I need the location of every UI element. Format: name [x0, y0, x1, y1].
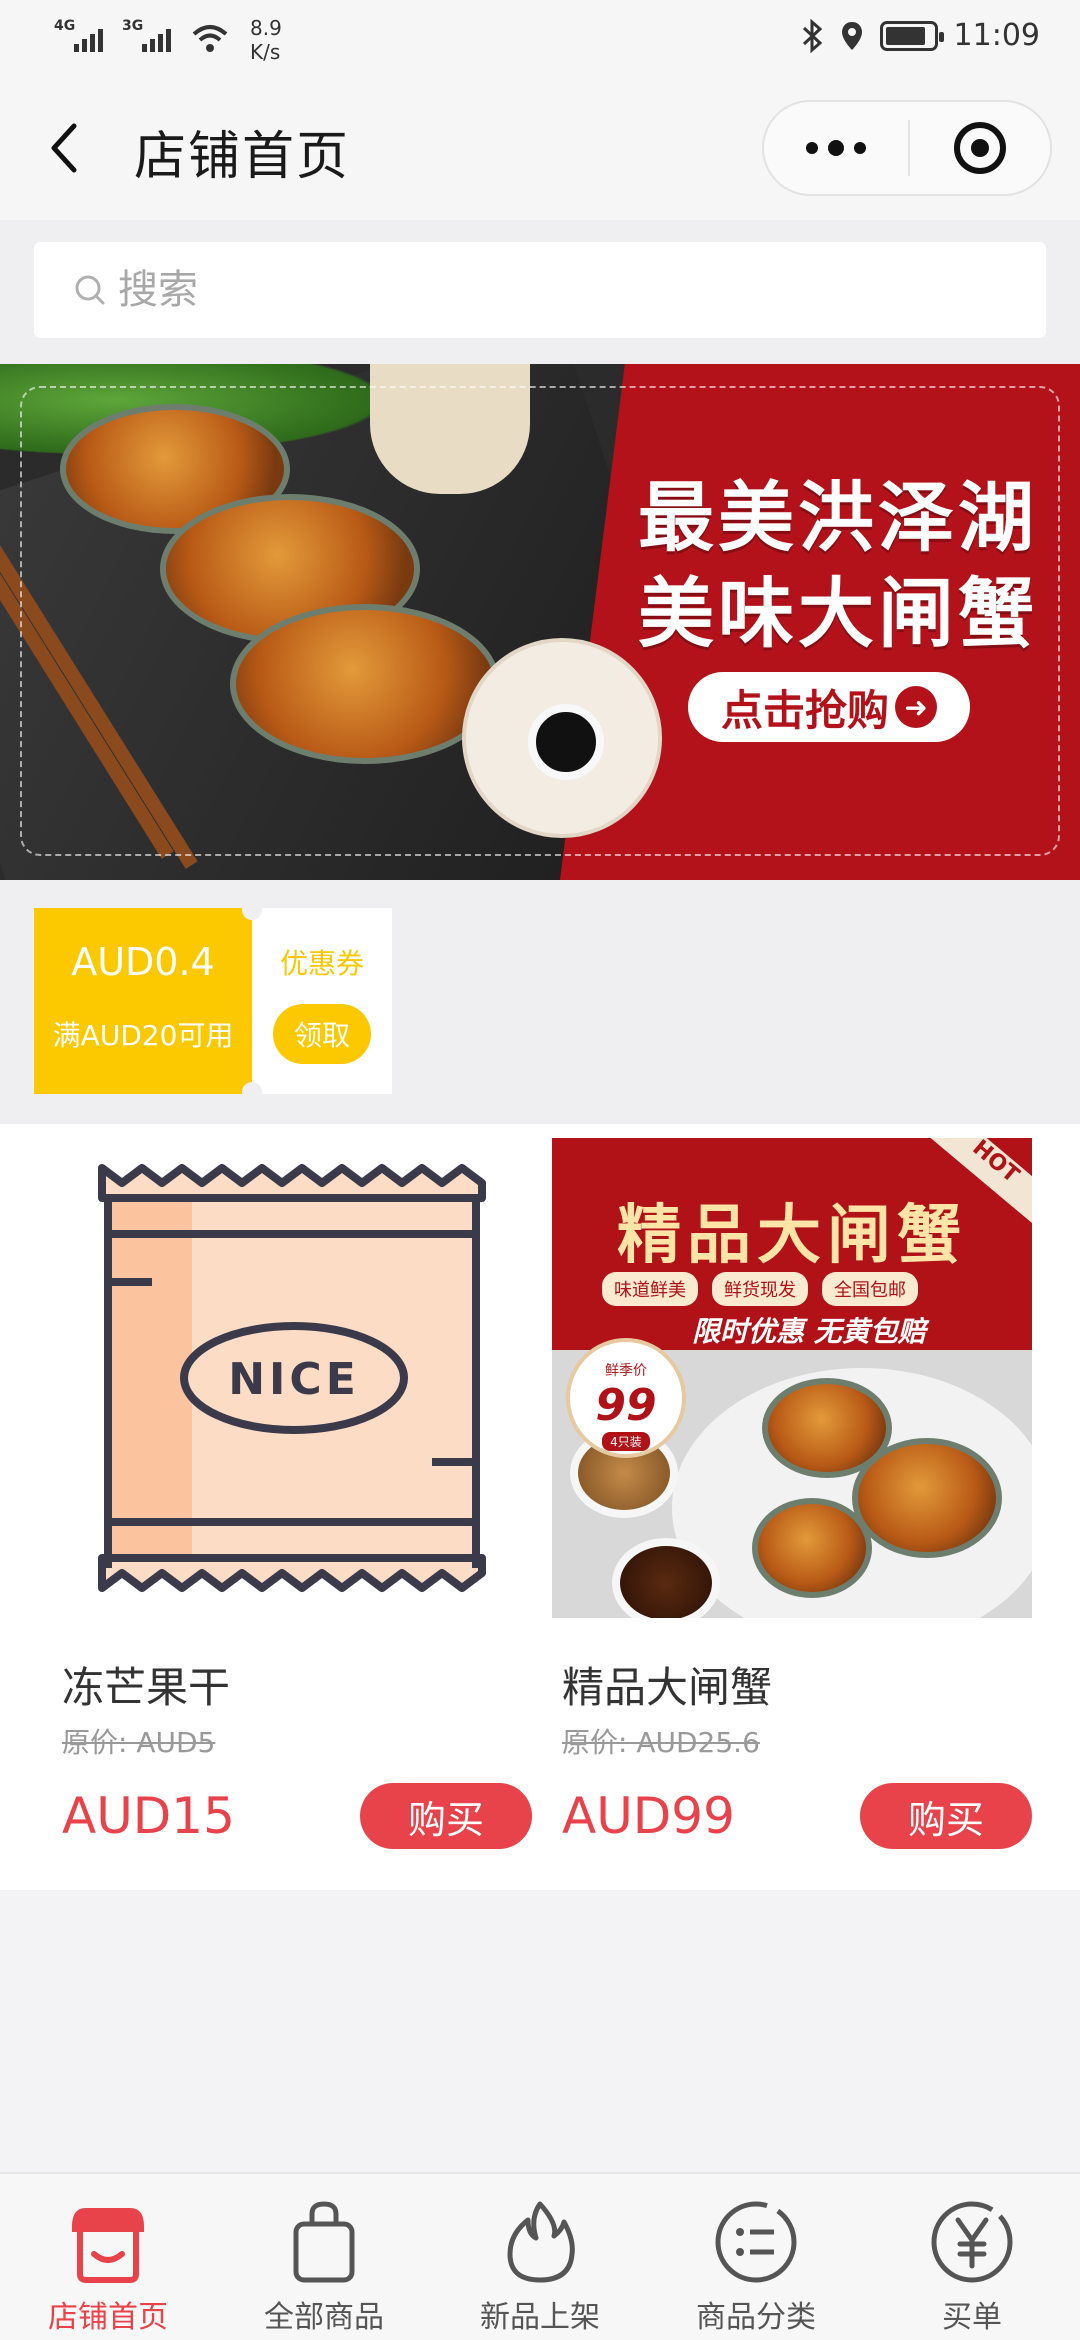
product-original-price: 原价: AUD25.6	[562, 1726, 760, 1759]
net-speed: 8.9 K/s	[250, 16, 282, 64]
tab-label: 买单	[942, 2300, 1002, 2335]
status-right: 11:09	[800, 18, 1040, 53]
status-left: 4G 3G 8.9 K/s	[54, 16, 282, 64]
product-price: AUD99	[562, 1787, 735, 1845]
close-mini-program-icon[interactable]	[910, 102, 1050, 194]
product-image-tag: 味道鲜美	[602, 1272, 698, 1306]
tab-pay[interactable]: 买单	[864, 2174, 1080, 2340]
bluetooth-icon	[802, 18, 822, 53]
product-image-subtitle: 限时优惠 无黄包赔	[692, 1315, 926, 1348]
product-name: 冻芒果干	[62, 1663, 231, 1712]
product-price-row: AUD99 购买	[552, 1783, 1032, 1849]
product-image-tags: 味道鲜美 鲜货现发 全国包邮	[602, 1272, 918, 1306]
search-icon	[75, 275, 105, 305]
location-icon	[841, 21, 862, 50]
product-price: AUD15	[62, 1787, 235, 1845]
wifi-icon	[192, 25, 228, 52]
product-card[interactable]: NICE 冻芒果干 原价: AUD5 AUD15 购买	[52, 1138, 532, 1849]
product-image-sauce	[612, 1538, 720, 1618]
product-image[interactable]: 精品大闸蟹 味道鲜美 鲜货现发 全国包邮 限时优惠 无黄包赔 鲜季价 99 4只…	[552, 1138, 1032, 1618]
coupon-card: AUD0.4 满AUD20可用 优惠券 领取	[34, 900, 392, 1102]
product-image[interactable]: NICE	[52, 1138, 532, 1618]
back-icon[interactable]	[40, 116, 90, 180]
product-image-crab	[752, 1498, 872, 1598]
tab-label: 商品分类	[696, 2300, 816, 2335]
battery-icon	[879, 20, 944, 51]
tab-shop-home[interactable]: 店铺首页	[0, 2174, 216, 2340]
buy-button[interactable]: 购买	[360, 1783, 532, 1849]
product-card[interactable]: 精品大闸蟹 味道鲜美 鲜货现发 全国包邮 限时优惠 无黄包赔 鲜季价 99 4只…	[552, 1138, 1032, 1849]
badge-top-text: 鲜季价	[605, 1363, 647, 1379]
banner-cta-button[interactable]: 点击抢购 ➜	[688, 672, 970, 742]
banner-headline-1: 最美洪泽湖	[638, 473, 1038, 562]
product-image-text: NICE	[228, 1354, 360, 1405]
product-price-row: AUD15 购买	[52, 1783, 532, 1849]
product-grid: NICE 冻芒果干 原价: AUD5 AUD15 购买 精品大闸蟹 味道鲜美 鲜…	[0, 1124, 1080, 1890]
signal1-label: 4G	[54, 18, 76, 34]
coupon-condition: 满AUD20可用	[52, 1019, 234, 1052]
coupon-amount: AUD0.4	[71, 940, 215, 984]
search-input[interactable]	[118, 267, 918, 313]
bag-icon	[293, 2201, 355, 2283]
product-image-price-badge: 鲜季价 99 4只装	[566, 1338, 686, 1458]
product-image-tag: 鲜货现发	[712, 1272, 808, 1306]
arrow-right-icon: ➜	[895, 686, 937, 728]
buy-button[interactable]: 购买	[860, 1783, 1032, 1849]
shop-icon	[72, 2208, 144, 2283]
category-icon	[715, 2201, 797, 2283]
tab-categories[interactable]: 商品分类	[648, 2174, 864, 2340]
badge-price-value: 99	[595, 1380, 657, 1431]
claim-coupon-button[interactable]: 领取	[273, 1004, 371, 1064]
net-speed-value: 8.9	[250, 16, 282, 40]
signal2-label: 3G	[122, 18, 144, 34]
tab-new-arrivals[interactable]: 新品上架	[432, 2174, 648, 2340]
promo-banner[interactable]: 最美洪泽湖 美味大闸蟹 点击抢购 ➜	[0, 364, 1080, 880]
product-image-crab	[852, 1438, 1002, 1558]
flame-icon	[507, 2201, 575, 2283]
status-bar: 4G 3G 8.9 K/s 11:09	[0, 0, 1080, 76]
product-original-price: 原价: AUD5	[62, 1726, 216, 1759]
tab-label: 全部商品	[264, 2300, 384, 2335]
search-section	[0, 220, 1080, 364]
yen-icon	[931, 2201, 1013, 2283]
mini-program-capsule	[762, 100, 1052, 196]
product-image-title: 精品大闸蟹	[617, 1198, 967, 1273]
banner-cta-label: 点击抢购	[720, 685, 889, 735]
bottom-tab-bar: 店铺首页 全部商品 新品上架 商品分类 买单	[0, 2172, 1080, 2340]
cellular-signal-2-icon: 3G	[122, 16, 180, 56]
tab-label: 店铺首页	[48, 2300, 168, 2335]
coupon-claim-panel: 优惠券 领取	[252, 908, 392, 1094]
more-icon[interactable]	[764, 102, 908, 194]
coupon-section: AUD0.4 满AUD20可用 优惠券 领取	[0, 880, 1080, 1124]
tab-all-products[interactable]: 全部商品	[216, 2174, 432, 2340]
tab-label: 新品上架	[480, 2300, 600, 2335]
nav-bar: 店铺首页	[0, 76, 1080, 220]
coupon-label: 优惠券	[279, 947, 364, 980]
banner-headline-2: 美味大闸蟹	[638, 569, 1038, 658]
product-image-tag: 全国包邮	[822, 1272, 918, 1306]
cellular-signal-1-icon: 4G	[54, 16, 112, 56]
battery-fill	[885, 26, 925, 45]
coupon-value-panel: AUD0.4 满AUD20可用	[34, 900, 262, 1102]
product-name: 精品大闸蟹	[562, 1663, 773, 1712]
badge-bottom-text: 4只装	[602, 1432, 650, 1451]
snack-bag-icon: NICE	[98, 1164, 486, 1592]
clock: 11:09	[953, 18, 1040, 53]
badge-price: 99	[570, 1380, 682, 1431]
net-speed-unit: K/s	[250, 40, 281, 64]
page-title: 店铺首页	[134, 127, 351, 187]
search-box[interactable]	[34, 242, 1046, 338]
